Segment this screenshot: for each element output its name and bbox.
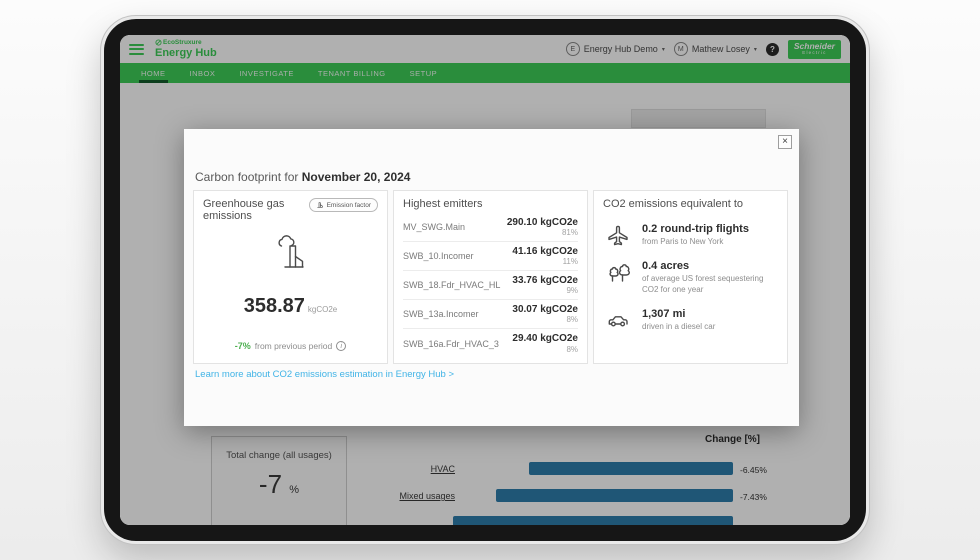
emitter-value: 30.07 kgCO2e: [512, 304, 578, 316]
highest-emitters-panel: Highest emitters MV_SWG.Main 290.10 kgCO…: [393, 190, 588, 364]
equivalent-caption: from Paris to New York: [642, 237, 749, 247]
tablet-frame: EcoStruxure Energy Hub E Energy Hub Demo…: [100, 15, 870, 545]
equivalent-item: 1,307 mi driven in a diesel car: [603, 308, 778, 332]
modal-title-date: November 20, 2024: [302, 170, 411, 184]
equivalent-caption: of average US forest sequestering CO2 fo…: [642, 274, 777, 295]
factory-emissions-icon: [270, 235, 312, 273]
factory-icon: [316, 201, 324, 209]
ghg-unit: kgCO2e: [308, 305, 337, 314]
equivalent-item: 0.4 acres of average US forest sequester…: [603, 260, 778, 295]
emitter-percent: 81%: [507, 228, 578, 237]
emitter-row: SWB_13a.Incomer 30.07 kgCO2e8%: [403, 300, 578, 329]
modal-title: Carbon footprint for November 20, 2024: [195, 170, 410, 184]
emitter-name: SWB_13a.Incomer: [403, 309, 479, 319]
equivalent-value: 1,307 mi: [642, 308, 715, 320]
info-icon[interactable]: i: [336, 341, 346, 351]
emitter-row: SWB_16a.Fdr_HVAC_3 29.40 kgCO2e8%: [403, 329, 578, 358]
emitter-row: MV_SWG.Main 290.10 kgCO2e81%: [403, 213, 578, 242]
equivalent-value: 0.2 round-trip flights: [642, 223, 749, 235]
emitter-name: SWB_18.Fdr_HVAC_HL: [403, 280, 500, 290]
emitter-percent: 11%: [512, 257, 578, 266]
close-icon[interactable]: ×: [778, 135, 792, 149]
equivalent-caption: driven in a diesel car: [642, 322, 715, 332]
emitter-name: SWB_10.Incomer: [403, 251, 474, 261]
ghg-delta: -7%: [235, 341, 251, 351]
emitter-row: SWB_10.Incomer 41.16 kgCO2e11%: [403, 242, 578, 271]
car-icon: [605, 308, 631, 330]
equivalent-item: 0.2 round-trip flights from Paris to New…: [603, 223, 778, 247]
emitter-value: 290.10 kgCO2e: [507, 217, 578, 229]
plane-icon: [606, 223, 630, 247]
carbon-footprint-modal: × Carbon footprint for November 20, 2024…: [184, 129, 799, 426]
modal-title-prefix: Carbon footprint for: [195, 170, 302, 184]
emitter-value: 41.16 kgCO2e: [512, 246, 578, 258]
equivalent-value: 0.4 acres: [642, 260, 777, 272]
tablet-bezel: EcoStruxure Energy Hub E Energy Hub Demo…: [104, 19, 866, 541]
emitter-value: 33.76 kgCO2e: [512, 275, 578, 287]
emitter-name: SWB_16a.Fdr_HVAC_3: [403, 339, 499, 349]
ghg-delta-caption: from previous period: [255, 341, 332, 351]
ghg-emissions-panel: Greenhouse gas emissions Emission factor: [193, 190, 388, 364]
emission-factor-button[interactable]: Emission factor: [309, 198, 378, 212]
emitter-value: 29.40 kgCO2e: [512, 333, 578, 345]
co2-equivalents-panel: CO2 emissions equivalent to 0.2 round-tr…: [593, 190, 788, 364]
ghg-value: 358.87: [244, 295, 305, 317]
emitter-row: SWB_18.Fdr_HVAC_HL 33.76 kgCO2e9%: [403, 271, 578, 300]
emitter-name: MV_SWG.Main: [403, 222, 465, 232]
emitter-percent: 8%: [512, 345, 578, 354]
emitter-percent: 9%: [512, 286, 578, 295]
emitters-panel-title: Highest emitters: [403, 198, 578, 210]
emitter-percent: 8%: [512, 315, 578, 324]
app-screen: EcoStruxure Energy Hub E Energy Hub Demo…: [120, 35, 850, 525]
emission-factor-label: Emission factor: [327, 202, 371, 209]
ghg-panel-title: Greenhouse gas emissions: [203, 198, 309, 222]
equivalents-panel-title: CO2 emissions equivalent to: [603, 198, 778, 210]
learn-more-link[interactable]: Learn more about CO2 emissions estimatio…: [195, 369, 454, 380]
forest-icon: [606, 260, 630, 284]
